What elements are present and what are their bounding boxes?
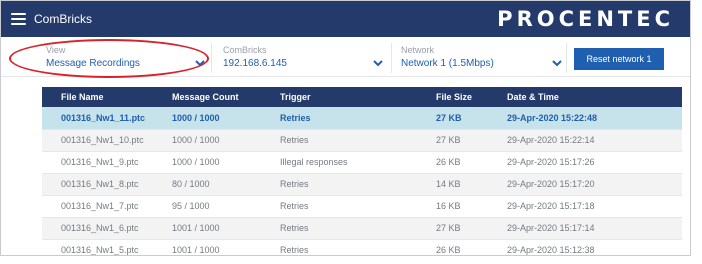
cell-file-name: 001316_Nw1_11.ptc [61,112,146,123]
cell-file-name: 001316_Nw1_10.ptc [61,135,144,145]
table-row[interactable]: 001316_Nw1_9.ptc 1000 / 1000 Illegal res… [42,151,682,173]
table-row[interactable]: 001316_Nw1_10.ptc 1000 / 1000 Retries 27… [42,129,682,151]
divider [566,43,567,73]
chevron-down-icon[interactable] [194,57,206,69]
hamburger-menu-icon[interactable] [11,13,26,25]
cell-trigger: Illegal responses [280,157,348,167]
divider [391,43,392,73]
cell-date-time: 29-Apr-2020 15:22:14 [507,135,595,145]
cell-message-count: 1000 / 1000 [172,157,220,167]
cell-file-size: 26 KB [436,157,461,167]
cell-file-size: 27 KB [436,135,461,145]
network-label: Network [401,45,435,55]
cell-file-name: 001316_Nw1_9.ptc [61,157,139,167]
cell-file-name: 001316_Nw1_5.ptc [61,245,139,255]
chevron-down-icon[interactable] [551,57,563,69]
column-header-file-name[interactable]: File Name [42,87,153,107]
cell-trigger: Retries [280,135,309,145]
view-value: Message Recordings [46,58,140,69]
recordings-table: File Name Message Count Trigger File Siz… [42,87,682,255]
cell-message-count: 1001 / 1000 [172,223,220,233]
table-header-row: File Name Message Count Trigger File Siz… [42,87,682,107]
column-header-message-count[interactable]: Message Count [153,87,261,107]
cell-date-time: 29-Apr-2020 15:12:38 [507,245,595,255]
app-title: ComBricks [34,12,93,26]
table-row[interactable]: 001316_Nw1_5.ptc 1001 / 1000 Retries 26 … [42,239,682,255]
table-row[interactable]: 001316_Nw1_7.ptc 95 / 1000 Retries 16 KB… [42,195,682,217]
cell-date-time: 29-Apr-2020 15:17:14 [507,223,595,233]
cell-trigger: Retries [280,201,309,211]
cell-file-name: 001316_Nw1_6.ptc [61,223,139,233]
table-row[interactable]: 001316_Nw1_8.ptc 80 / 1000 Retries 14 KB… [42,173,682,195]
app-header: ComBricks PROCENTEC [1,1,690,37]
cell-date-time: 29-Apr-2020 15:22:48 [507,112,598,123]
view-select[interactable]: View Message Recordings [46,37,206,77]
cell-trigger: Retries [280,223,309,233]
cell-file-size: 27 KB [436,112,462,123]
table-row[interactable]: 001316_Nw1_11.ptc 1000 / 1000 Retries 27… [42,107,682,129]
cell-trigger: Retries [280,112,311,123]
cell-trigger: Retries [280,245,309,255]
cell-file-size: 26 KB [436,245,461,255]
cell-file-name: 001316_Nw1_8.ptc [61,179,139,189]
cell-date-time: 29-Apr-2020 15:17:20 [507,179,595,189]
combricks-value: 192.168.6.145 [223,58,287,69]
cell-file-size: 27 KB [436,223,461,233]
reset-network-button[interactable]: Reset network 1 [574,48,664,70]
cell-file-size: 14 KB [436,179,461,189]
brand-logo: PROCENTEC [497,7,674,31]
cell-message-count: 1001 / 1000 [172,245,220,255]
network-select[interactable]: Network Network 1 (1.5Mbps) [401,37,563,77]
cell-message-count: 1000 / 1000 [172,135,220,145]
cell-message-count: 80 / 1000 [172,179,210,189]
network-value: Network 1 (1.5Mbps) [401,58,494,69]
cell-date-time: 29-Apr-2020 15:17:18 [507,201,595,211]
column-header-file-size[interactable]: File Size [417,87,488,107]
chevron-down-icon[interactable] [372,57,384,69]
combricks-select[interactable]: ComBricks 192.168.6.145 [223,37,383,77]
cell-trigger: Retries [280,179,309,189]
combricks-label: ComBricks [223,45,267,55]
app-window: ComBricks PROCENTEC View Message Recordi… [0,0,691,256]
view-label: View [46,45,66,55]
cell-message-count: 1000 / 1000 [172,112,220,123]
column-header-trigger[interactable]: Trigger [261,87,417,107]
divider [211,43,212,73]
column-header-date-time[interactable]: Date & Time [488,87,682,107]
cell-message-count: 95 / 1000 [172,201,210,211]
cell-file-size: 16 KB [436,201,461,211]
cell-date-time: 29-Apr-2020 15:17:26 [507,157,595,167]
table-row[interactable]: 001316_Nw1_6.ptc 1001 / 1000 Retries 27 … [42,217,682,239]
cell-file-name: 001316_Nw1_7.ptc [61,201,139,211]
